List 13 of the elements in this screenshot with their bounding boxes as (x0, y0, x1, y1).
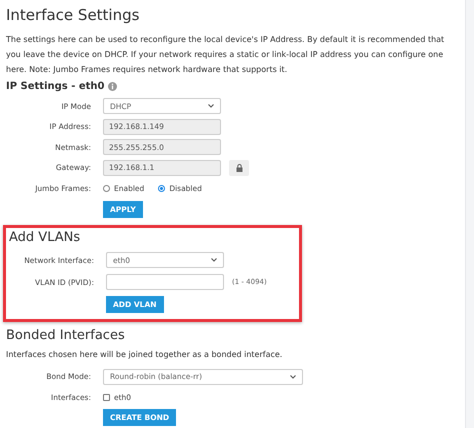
description: The settings here can be used to reconfigure the local device's IP Address. By default it is recommended that you leave the device on DHCP. If your network requires a static or link-local IP address you can configure one here. Note: Jumbo Frames requires network hardware that supports it. (6, 34, 446, 76)
caret-icon (208, 104, 214, 108)
page-title: Interface Settings (6, 6, 140, 24)
caret-icon (211, 258, 217, 262)
caret-icon (290, 374, 296, 379)
text-field[interactable] (106, 274, 224, 290)
section-title: Add VLANs (9, 230, 82, 246)
lock-icon (236, 164, 242, 172)
description: Interfaces chosen here will be joined together as a bonded interface. (6, 349, 284, 362)
section-title: Bonded Interfaces (6, 328, 126, 344)
lock-button[interactable] (229, 160, 249, 176)
section-heading: IP Settings - eth0 (6, 81, 104, 92)
info-icon[interactable] (108, 82, 116, 91)
